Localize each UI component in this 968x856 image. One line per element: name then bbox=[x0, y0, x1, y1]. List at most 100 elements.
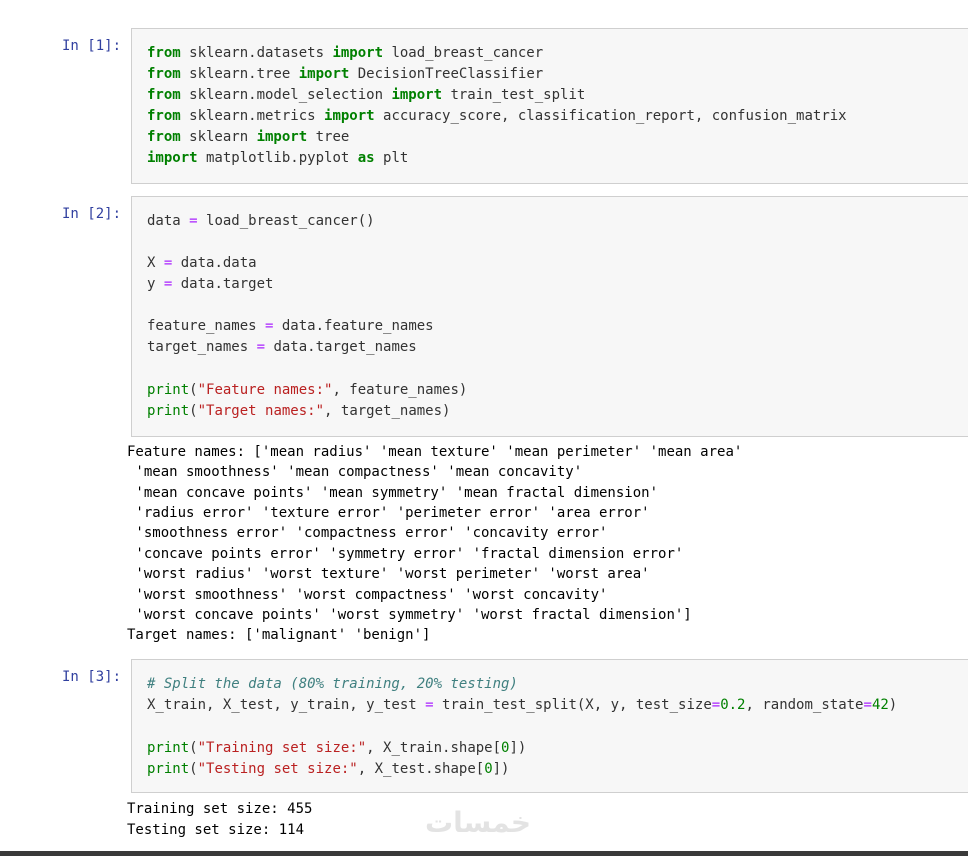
code-line: from sklearn.tree import DecisionTreeCla… bbox=[147, 64, 543, 85]
code-token: "Testing set size:" bbox=[197, 761, 358, 777]
code-line: feature_names = data.feature_names bbox=[147, 316, 434, 337]
output-line: 'concave points error' 'symmetry error' … bbox=[127, 546, 684, 562]
code-token: sklearn.datasets bbox=[180, 45, 333, 61]
output-line: Testing set size: 114 bbox=[127, 822, 305, 838]
code-token: , feature_names) bbox=[332, 382, 468, 398]
code-token: = bbox=[256, 339, 266, 355]
code-token: import bbox=[298, 66, 350, 82]
code-line: print("Testing set size:", X_test.shape[… bbox=[147, 759, 509, 780]
code-token: sklearn.model_selection bbox=[180, 87, 392, 103]
code-input-area[interactable]: data = load_breast_cancer() X = data.dat… bbox=[131, 196, 968, 437]
code-token: ) bbox=[888, 697, 898, 713]
code-token: "Training set size:" bbox=[197, 740, 367, 756]
code-token: ( bbox=[189, 740, 198, 756]
code-input-area[interactable]: # Split the data (80% training, 20% test… bbox=[131, 659, 968, 793]
output-line: 'mean smoothness' 'mean compactness' 'me… bbox=[127, 464, 583, 480]
code-token: X bbox=[147, 255, 164, 271]
code-token: train_test_split(X, y, test_size bbox=[433, 697, 712, 713]
code-token: , target_names) bbox=[324, 403, 451, 419]
code-token: load_breast_cancer() bbox=[197, 213, 375, 229]
code-line: from sklearn.metrics import accuracy_sco… bbox=[147, 106, 847, 127]
code-token: data.feature_names bbox=[273, 318, 434, 334]
code-token: print bbox=[147, 382, 190, 398]
cell-prompt: In [3]: bbox=[62, 669, 122, 685]
code-line: X_train, X_test, y_train, y_test = train… bbox=[147, 695, 897, 716]
code-token: X_train, X_test, y_train, y_test bbox=[147, 697, 426, 713]
output-line: Target names: ['malignant' 'benign'] bbox=[127, 627, 431, 643]
code-token: tree bbox=[307, 129, 350, 145]
code-token: from bbox=[147, 129, 181, 145]
code-token: "Feature names:" bbox=[197, 382, 333, 398]
code-token: feature_names bbox=[147, 318, 266, 334]
code-line: from sklearn.datasets import load_breast… bbox=[147, 43, 543, 64]
code-line: print("Feature names:", feature_names) bbox=[147, 380, 467, 401]
code-token: 42 bbox=[871, 697, 889, 713]
code-token: data.data bbox=[172, 255, 257, 271]
khamsat-watermark: خمسات bbox=[425, 806, 532, 839]
code-token: import bbox=[256, 129, 308, 145]
code-line: X = data.data bbox=[147, 253, 257, 274]
code-token: = bbox=[863, 697, 872, 713]
code-token: plt bbox=[374, 150, 409, 166]
code-token: data.target bbox=[172, 276, 274, 292]
output-line: 'mean concave points' 'mean symmetry' 'm… bbox=[127, 485, 659, 501]
code-token: data.target_names bbox=[265, 339, 417, 355]
code-token: = bbox=[189, 213, 198, 229]
code-token: , X_test.shape[ bbox=[357, 761, 485, 777]
code-token: import bbox=[391, 87, 443, 103]
output-line: 'radius error' 'texture error' 'perimete… bbox=[127, 505, 650, 521]
code-input-area[interactable]: from sklearn.datasets import load_breast… bbox=[131, 28, 968, 184]
code-token: 0.2 bbox=[720, 697, 746, 713]
cell-prompt: In [1]: bbox=[62, 38, 122, 54]
code-token: import bbox=[324, 108, 375, 124]
output-line: Training set size: 455 bbox=[127, 801, 313, 817]
bottom-bar bbox=[0, 851, 968, 856]
code-token: = bbox=[425, 697, 434, 713]
code-token: load_breast_cancer bbox=[383, 45, 544, 61]
code-token: ( bbox=[189, 403, 198, 419]
code-token: data bbox=[147, 213, 190, 229]
code-token: import bbox=[332, 45, 384, 61]
output-line: 'smoothness error' 'compactness error' '… bbox=[127, 525, 608, 541]
code-token: # Split the data (80% training, 20% test… bbox=[147, 676, 518, 692]
code-line: from sklearn.model_selection import trai… bbox=[147, 85, 585, 106]
code-token: "Target names:" bbox=[197, 403, 325, 419]
code-token: as bbox=[357, 150, 375, 166]
code-line: y = data.target bbox=[147, 274, 273, 295]
code-token: from bbox=[147, 87, 181, 103]
code-token: print bbox=[147, 403, 190, 419]
code-line: print("Target names:", target_names) bbox=[147, 401, 450, 422]
code-line: import matplotlib.pyplot as plt bbox=[147, 148, 408, 169]
code-token: = bbox=[711, 697, 721, 713]
code-token: sklearn bbox=[180, 129, 257, 145]
code-token: ]) bbox=[509, 740, 527, 756]
code-token: 0 bbox=[484, 761, 493, 777]
output-line: 'worst smoothness' 'worst compactness' '… bbox=[127, 587, 608, 603]
code-line: # Split the data (80% training, 20% test… bbox=[147, 674, 518, 695]
code-token: sklearn.metrics bbox=[180, 108, 325, 124]
code-token: from bbox=[147, 108, 181, 124]
output-line: 'worst concave points' 'worst symmetry' … bbox=[127, 607, 692, 623]
code-token: ]) bbox=[492, 761, 510, 777]
code-token: matplotlib.pyplot bbox=[197, 150, 358, 166]
code-token: , random_state bbox=[745, 697, 864, 713]
code-token: , X_train.shape[ bbox=[366, 740, 502, 756]
cell-2-output: Feature names: ['mean radius' 'mean text… bbox=[127, 442, 742, 643]
code-token: train_test_split bbox=[442, 87, 586, 103]
code-token: from bbox=[147, 66, 181, 82]
code-line: target_names = data.target_names bbox=[147, 337, 417, 358]
code-token: target_names bbox=[147, 339, 257, 355]
code-token: ( bbox=[189, 761, 198, 777]
output-line: Feature names: ['mean radius' 'mean text… bbox=[127, 444, 743, 460]
cell-3-output: Training set size: 455 Testing set size:… bbox=[127, 799, 312, 847]
code-token: y bbox=[147, 276, 164, 292]
code-line: from sklearn import tree bbox=[147, 127, 349, 148]
cell-prompt: In [2]: bbox=[62, 206, 122, 222]
code-token: import bbox=[147, 150, 198, 166]
output-line: 'worst radius' 'worst texture' 'worst pe… bbox=[127, 566, 650, 582]
code-token: sklearn.tree bbox=[180, 66, 299, 82]
code-token: print bbox=[147, 761, 190, 777]
code-token: DecisionTreeClassifier bbox=[349, 66, 544, 82]
code-token: print bbox=[147, 740, 190, 756]
code-token: from bbox=[147, 45, 181, 61]
